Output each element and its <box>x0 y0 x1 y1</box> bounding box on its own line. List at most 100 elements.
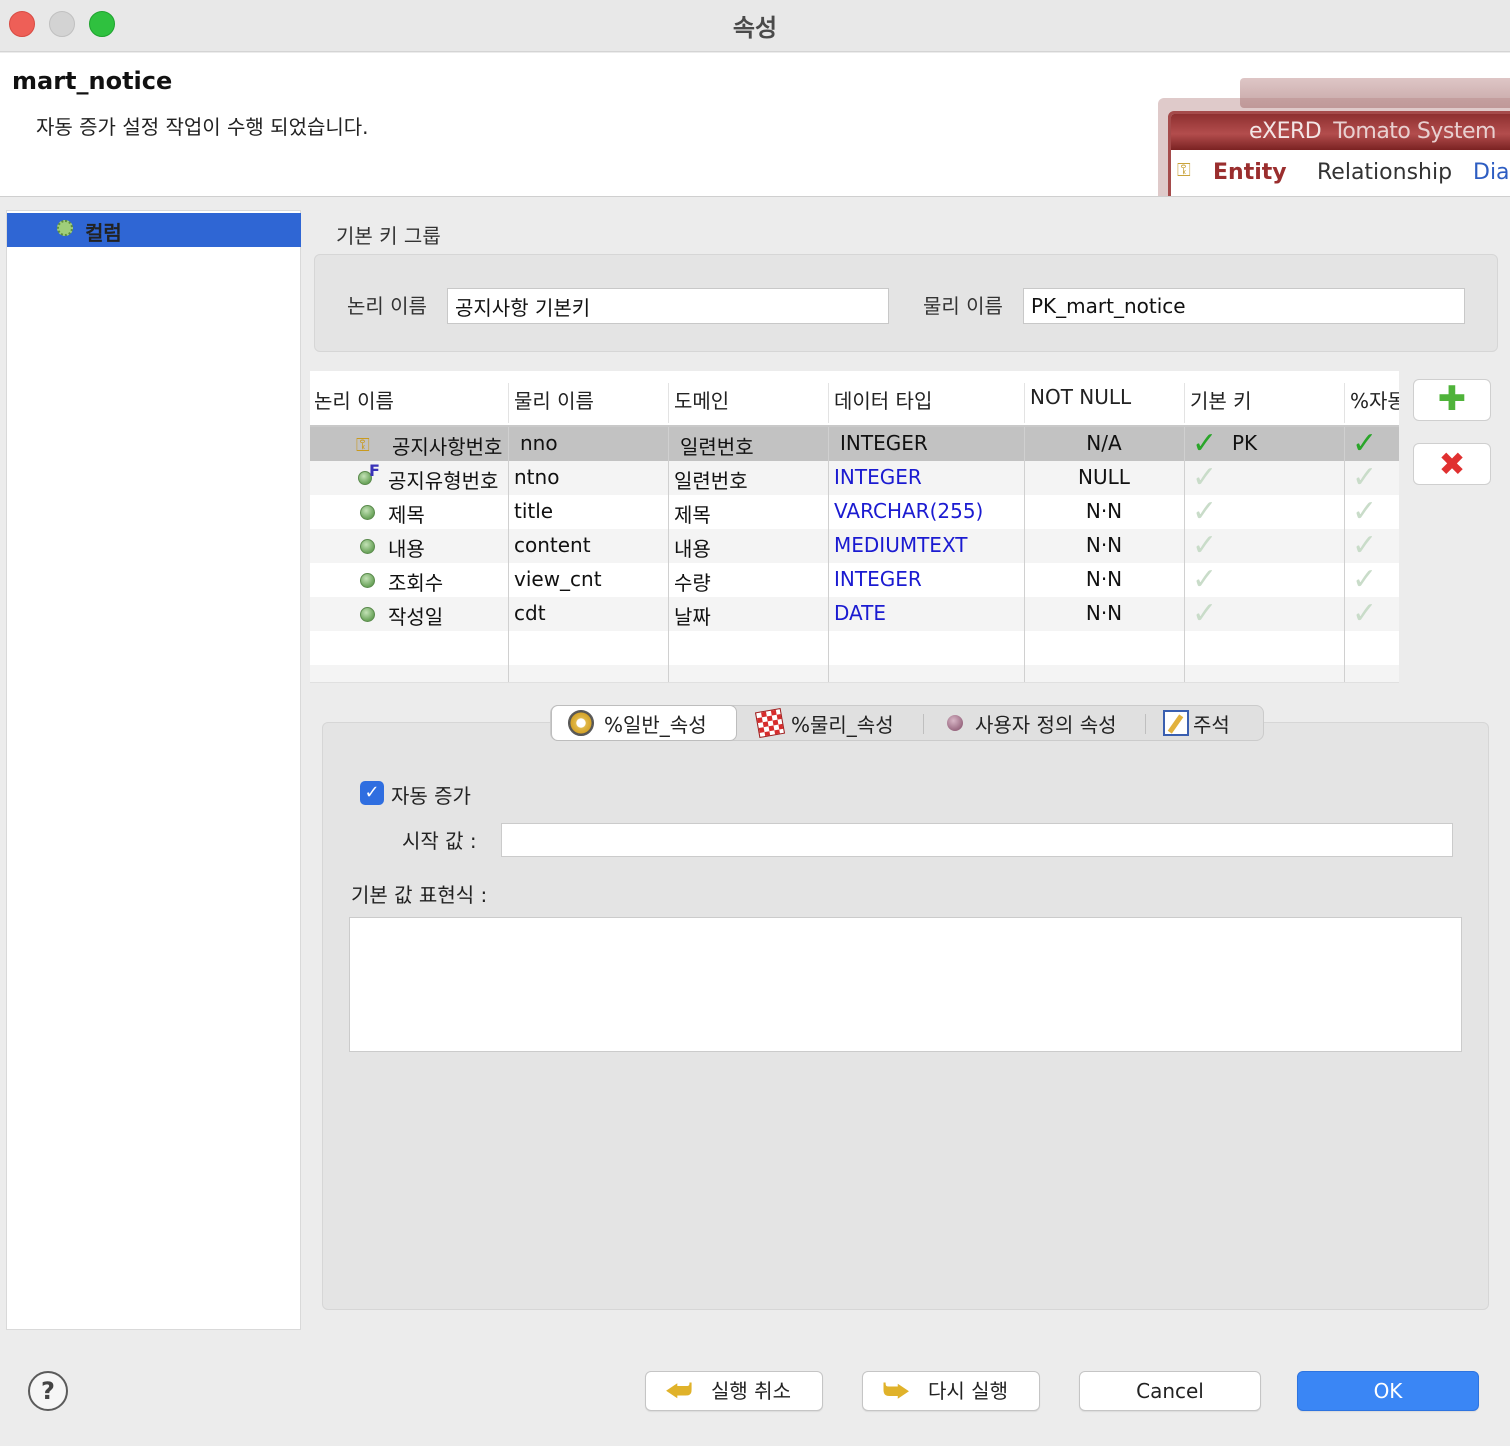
cell-logical-name: 조회수 <box>388 571 444 595</box>
foreign-key-icon: F <box>358 461 380 489</box>
cell-not-null: N/A <box>1086 431 1122 455</box>
title-bar: 속성 <box>0 0 1510 52</box>
cell-physical-name: content <box>514 533 591 557</box>
cell-not-null: N·N <box>1085 533 1123 557</box>
pk-check-icon[interactable]: ✓ <box>1192 427 1217 461</box>
pk-logical-name-input[interactable] <box>447 288 889 324</box>
cell-physical-name: ntno <box>514 465 560 489</box>
cell-not-null: N·N <box>1085 601 1123 625</box>
cell-not-null: N·N <box>1085 567 1123 591</box>
auto-increment-check-icon[interactable]: ✓ <box>1352 427 1377 461</box>
banner-tab-entity: Entity <box>1213 160 1287 185</box>
start-value-input[interactable] <box>501 823 1453 857</box>
header-banner: mart_notice 자동 증가 설정 작업이 수행 되었습니다. eXERD… <box>0 53 1510 197</box>
auto-increment-check-icon[interactable]: ✓ <box>1352 597 1377 631</box>
column-header-domain[interactable]: 도메인 <box>674 385 729 414</box>
pk-check-icon[interactable]: ✓ <box>1192 597 1217 631</box>
auto-increment-checkbox[interactable]: ✓ <box>360 781 384 805</box>
column-divider <box>1344 427 1345 682</box>
pk-check-icon[interactable]: ✓ <box>1192 461 1217 495</box>
tab-label: 주석 <box>1193 713 1230 737</box>
table-row[interactable]: F 공지유형번호 ntno 일련번호 INTEGER NULL ✓ ✓ <box>310 461 1399 495</box>
auto-increment-check-icon[interactable]: ✓ <box>1352 461 1377 495</box>
cell-not-null: N·N <box>1085 499 1123 523</box>
cell-domain: 수량 <box>674 571 711 595</box>
tab-label: %물리_속성 <box>791 713 894 737</box>
tab-general-properties[interactable]: %일반_속성 <box>551 705 737 741</box>
physical-icon <box>754 707 786 739</box>
empty-row[interactable] <box>310 665 1399 682</box>
tab-physical-properties[interactable]: %물리_속성 <box>747 706 917 740</box>
banner-tab-diagram: Diag <box>1473 160 1510 185</box>
header-divider <box>828 383 829 423</box>
table-row[interactable]: ⚿ 공지사항번호 nno 일련번호 INTEGER N/A PK ✓ ✓ <box>310 427 1399 461</box>
cell-physical-name: nno <box>520 431 558 455</box>
column-divider <box>668 427 669 682</box>
column-header-auto[interactable]: %자동 <box>1350 385 1399 414</box>
exerd-system: Tomato System <box>1333 119 1496 144</box>
pk-physical-name-input[interactable] <box>1023 288 1465 324</box>
table-row[interactable]: 제목 title 제목 VARCHAR(255) N·N ✓ ✓ <box>310 495 1399 529</box>
column-header-logical[interactable]: 논리 이름 <box>314 385 394 414</box>
table-row[interactable]: 내용 content 내용 MEDIUMTEXT N·N ✓ ✓ <box>310 529 1399 563</box>
help-button[interactable]: ? <box>28 1371 68 1411</box>
pk-check-icon[interactable]: ✓ <box>1192 563 1217 597</box>
cell-data-type: INTEGER <box>834 465 922 489</box>
redo-arrow-icon: ⮩ <box>882 1374 910 1407</box>
banner-tab-relationship: Relationship <box>1317 160 1453 185</box>
column-divider <box>1184 427 1185 682</box>
tab-separator <box>923 714 924 734</box>
compass-icon <box>568 710 594 736</box>
cell-physical-name: cdt <box>514 601 546 625</box>
tree-item-label: 컬럼 <box>85 221 122 245</box>
cell-pk-label: PK <box>1232 431 1258 455</box>
table-row[interactable]: 조회수 view_cnt 수량 INTEGER N·N ✓ ✓ <box>310 563 1399 597</box>
status-message: 자동 증가 설정 작업이 수행 되었습니다. <box>36 115 369 139</box>
pk-physical-name-label: 물리 이름 <box>923 294 1003 318</box>
column-header-datatype[interactable]: 데이터 타입 <box>834 385 932 414</box>
pk-check-icon[interactable]: ✓ <box>1192 495 1217 529</box>
cell-domain: 일련번호 <box>680 435 754 459</box>
auto-increment-check-icon[interactable]: ✓ <box>1352 495 1377 529</box>
pk-logical-name-label: 논리 이름 <box>347 294 427 318</box>
pk-check-icon[interactable]: ✓ <box>1192 529 1217 563</box>
header-divider <box>1024 383 1025 423</box>
cell-domain: 날짜 <box>674 605 711 629</box>
gear-icon <box>57 220 73 236</box>
tab-separator <box>1145 714 1146 734</box>
tab-comment[interactable]: 주석 <box>1157 706 1257 740</box>
empty-row[interactable] <box>310 631 1399 665</box>
column-icon <box>360 505 375 520</box>
key-icon: ⚿ <box>1177 160 1191 181</box>
ok-button[interactable]: OK <box>1297 1371 1479 1411</box>
cancel-button[interactable]: Cancel <box>1079 1371 1261 1411</box>
add-column-button[interactable]: ✚ <box>1413 379 1491 421</box>
exerd-banner-tabs: ⚿ Entity Relationship Diag <box>1171 150 1510 196</box>
pk-group-legend: 기본 키 그룹 <box>336 224 441 248</box>
entity-title: mart_notice <box>12 67 173 95</box>
undo-button[interactable]: ⮨ 실행 취소 <box>645 1371 823 1411</box>
cell-logical-name: 공지사항번호 <box>392 435 503 459</box>
column-header-physical[interactable]: 물리 이름 <box>514 385 594 414</box>
exerd-banner-head: eXERD Tomato System <box>1171 114 1510 150</box>
column-icon <box>360 573 375 588</box>
cell-domain: 제목 <box>674 503 711 527</box>
column-header-pk[interactable]: 기본 키 <box>1190 385 1252 414</box>
tab-user-defined-properties[interactable]: 사용자 정의 속성 <box>937 706 1147 740</box>
auto-increment-check-icon[interactable]: ✓ <box>1352 563 1377 597</box>
delete-column-button[interactable]: ✖ <box>1413 443 1491 485</box>
default-expression-textarea[interactable] <box>349 917 1462 1052</box>
column-header-not-null[interactable]: NOT NULL <box>1030 385 1131 409</box>
redo-button[interactable]: ⮩ 다시 실행 <box>862 1371 1040 1411</box>
table-row[interactable]: 작성일 cdt 날짜 DATE N·N ✓ ✓ <box>310 597 1399 631</box>
auto-increment-check-icon[interactable]: ✓ <box>1352 529 1377 563</box>
tab-label: %일반_속성 <box>604 713 707 737</box>
property-tabs: %일반_속성 %물리_속성 사용자 정의 속성 주석 <box>550 705 1264 741</box>
column-icon <box>360 539 375 554</box>
undo-arrow-icon: ⮨ <box>665 1374 693 1407</box>
cell-physical-name: title <box>514 499 554 523</box>
tree-item-columns[interactable]: 컬럼 <box>7 213 301 247</box>
column-divider <box>828 427 829 682</box>
header-divider <box>1184 383 1185 423</box>
cell-physical-name: view_cnt <box>514 567 602 591</box>
